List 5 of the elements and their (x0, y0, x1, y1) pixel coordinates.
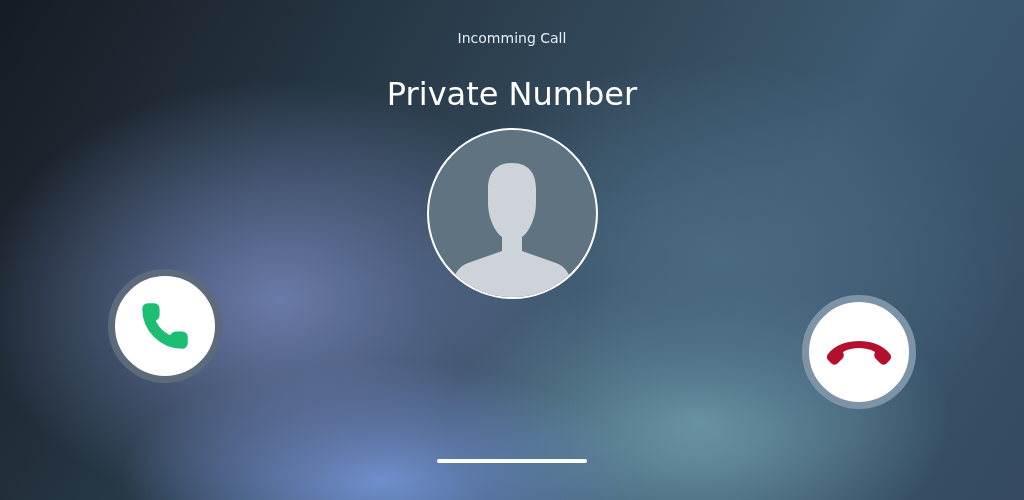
person-silhouette-icon (453, 161, 571, 297)
phone-icon (139, 300, 191, 352)
caller-name: Private Number (386, 74, 638, 114)
call-status: Incomming Call (457, 29, 567, 48)
hang-up-icon (824, 339, 894, 365)
